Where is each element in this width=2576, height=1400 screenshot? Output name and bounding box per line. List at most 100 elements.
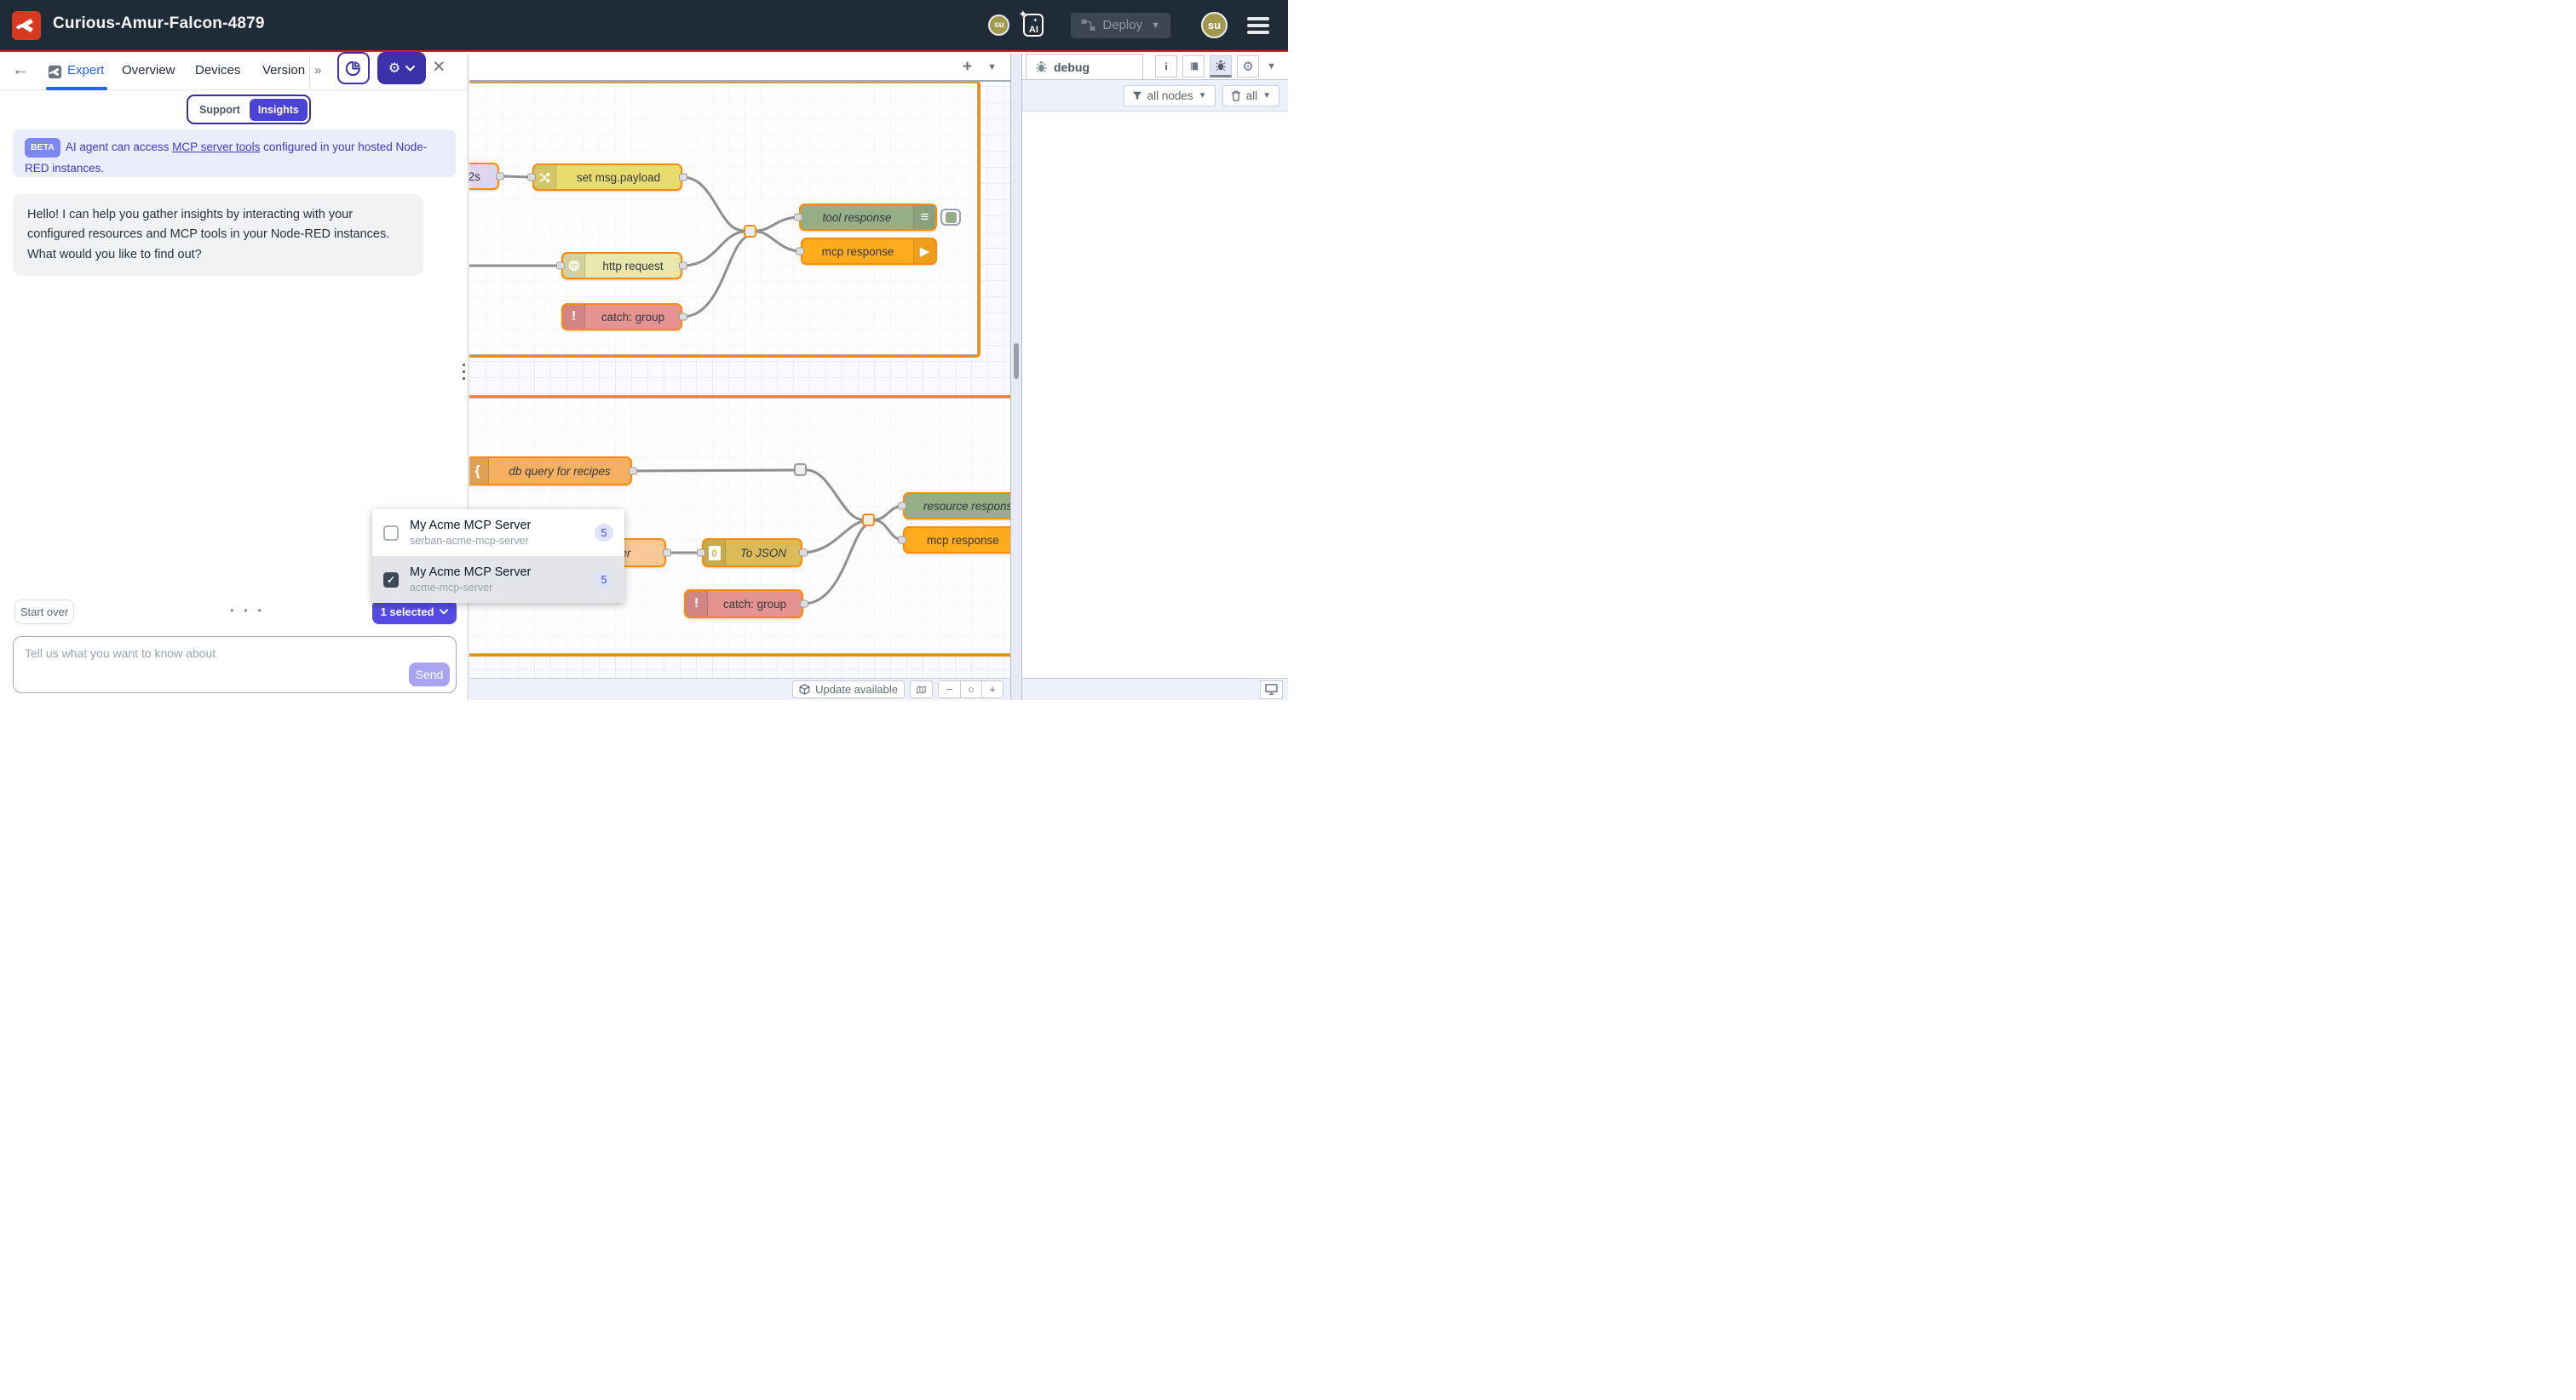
zoom-reset-button[interactable]: ○ xyxy=(960,681,981,697)
book-icon xyxy=(1188,61,1199,72)
input-port[interactable] xyxy=(794,214,802,221)
checkbox-unchecked[interactable] xyxy=(383,525,399,541)
back-arrow-icon[interactable]: ← xyxy=(12,60,29,80)
start-over-button[interactable]: Start over xyxy=(14,600,74,624)
exclamation-icon: ! xyxy=(563,305,585,329)
tab-overview[interactable]: Overview xyxy=(122,63,175,77)
zoom-out-button[interactable]: − xyxy=(939,681,960,697)
mcp-server-dropdown: My Acme MCP Server serban-acme-mcp-serve… xyxy=(372,509,624,603)
debug-clear-button[interactable]: all ▼ xyxy=(1222,85,1279,106)
mcp-server-tools-link[interactable]: MCP server tools xyxy=(172,141,260,153)
output-port[interactable] xyxy=(679,174,687,181)
tab-devices[interactable]: Devices xyxy=(195,63,240,77)
output-port[interactable] xyxy=(799,549,808,557)
debug-filter-button[interactable]: all nodes ▼ xyxy=(1124,85,1216,106)
junction-top[interactable] xyxy=(744,225,756,238)
output-port[interactable] xyxy=(496,173,504,181)
debug-toolbar: all nodes ▼ all ▼ xyxy=(1022,80,1288,112)
debug-tab-button[interactable] xyxy=(1210,55,1232,77)
debug-sidebar: debug i ⚙ ▼ xyxy=(1022,54,1288,700)
main-menu-icon[interactable] xyxy=(1247,17,1269,34)
trash-icon xyxy=(1231,90,1241,101)
tab-debug[interactable]: debug xyxy=(1026,54,1143,80)
user-avatar-small[interactable]: su xyxy=(988,14,1009,36)
header-actions: su ✦ ✦ AI Deploy ▼ su xyxy=(988,0,1288,50)
deploy-button[interactable]: Deploy ▼ xyxy=(1071,13,1170,38)
canvas-footer: Update available − ○ + xyxy=(469,678,1010,700)
tab-overflow-chevrons[interactable]: » xyxy=(314,63,322,77)
update-available-button[interactable]: Update available xyxy=(792,680,905,698)
output-port[interactable] xyxy=(679,262,687,270)
send-button[interactable]: Send xyxy=(409,663,450,686)
open-in-window-button[interactable] xyxy=(1260,680,1283,699)
node-mcp-response-top[interactable]: mcp response ▶ xyxy=(801,238,937,265)
tab-expert[interactable]: Expert xyxy=(67,63,104,77)
help-tab-button[interactable] xyxy=(1182,55,1205,77)
node-resource-response[interactable]: resource respons xyxy=(903,492,1010,519)
sidebar-icon-buttons: i ⚙ ▼ xyxy=(1155,55,1276,77)
json-file-icon: {} xyxy=(704,540,726,565)
input-port[interactable] xyxy=(898,502,906,510)
output-port[interactable] xyxy=(800,600,808,608)
toggle-support[interactable]: Support xyxy=(190,104,250,116)
debug-enable-toggle[interactable] xyxy=(940,209,961,226)
node-red-app: Curious-Amur-Falcon-4879 su ✦ ✦ AI Deplo… xyxy=(0,0,1288,700)
sidebar-menu-caret-icon[interactable]: ▼ xyxy=(1267,61,1276,72)
server-option-row[interactable]: My Acme MCP Server serban-acme-mcp-serve… xyxy=(372,509,624,556)
bug-icon xyxy=(1215,60,1227,72)
node-catch-top[interactable]: ! catch: group xyxy=(561,303,682,330)
junction-bottom[interactable] xyxy=(862,514,875,526)
server-select-button[interactable]: 1 selected xyxy=(372,600,457,624)
beta-notice: BETAAI agent can access MCP server tools… xyxy=(13,129,456,177)
toggle-insights[interactable]: Insights xyxy=(250,99,308,121)
input-port[interactable] xyxy=(697,549,705,557)
info-tab-button[interactable]: i xyxy=(1155,55,1177,77)
checkbox-checked[interactable]: ✓ xyxy=(383,572,399,588)
insights-chart-button[interactable] xyxy=(337,52,370,84)
canvas-scrollbar-thumb[interactable] xyxy=(1014,343,1019,379)
close-panel-icon[interactable]: × xyxy=(433,56,446,77)
node-timer[interactable]: y 2s xyxy=(469,163,499,190)
flow-list-caret-icon[interactable]: ▼ xyxy=(987,62,997,72)
node-mcp-response-bottom[interactable]: mcp response xyxy=(903,526,1010,554)
server-option-row[interactable]: ✓ My Acme MCP Server acme-mcp-server 5 xyxy=(372,556,624,603)
debug-output-icon: ≡ xyxy=(913,205,935,229)
output-port[interactable] xyxy=(629,468,637,475)
input-port[interactable] xyxy=(556,262,565,270)
user-avatar-large[interactable]: su xyxy=(1201,12,1228,38)
input-port[interactable] xyxy=(796,248,804,255)
settings-dropdown-button[interactable]: ⚙ xyxy=(377,52,426,84)
ai-assistant-icon[interactable]: ✦ ✦ AI xyxy=(1023,14,1044,37)
junction-mid[interactable] xyxy=(794,463,807,476)
input-port[interactable] xyxy=(898,536,906,544)
node-tool-response[interactable]: tool response ≡ xyxy=(799,204,937,231)
node-catch-bottom[interactable]: ! catch: group xyxy=(684,589,803,618)
output-port[interactable] xyxy=(663,549,671,557)
input-port[interactable] xyxy=(527,174,536,181)
sidebar-footer xyxy=(1022,678,1288,700)
deploy-caret-icon[interactable]: ▼ xyxy=(1151,20,1160,31)
output-port[interactable] xyxy=(679,313,687,321)
panel-resize-handle[interactable] xyxy=(463,364,465,380)
chevron-down-icon xyxy=(405,66,415,72)
server-title: My Acme MCP Server xyxy=(410,519,584,532)
resize-handle-dots[interactable]: • • • xyxy=(230,604,265,617)
zoom-controls: − ○ + xyxy=(938,680,1003,698)
flowfuse-logo-icon[interactable] xyxy=(12,11,41,40)
config-tab-button[interactable]: ⚙ xyxy=(1237,55,1259,77)
zoom-in-button[interactable]: + xyxy=(981,681,1003,697)
flowfuse-tab-icon xyxy=(48,65,62,83)
node-db-query[interactable]: { db query for recipes xyxy=(469,456,632,485)
node-to-json[interactable]: {} To JSON xyxy=(702,538,802,567)
node-http-request[interactable]: http request xyxy=(561,252,682,279)
flow-canvas[interactable]: + ▼ y 2s xyxy=(469,54,1010,700)
node-set-payload[interactable]: set msg.payload xyxy=(532,164,682,191)
canvas-scrollbar-track[interactable] xyxy=(1010,54,1022,700)
tab-version[interactable]: Version xyxy=(262,63,305,77)
bug-icon xyxy=(1035,60,1048,73)
add-flow-icon[interactable]: + xyxy=(963,58,972,77)
minimap-button[interactable] xyxy=(910,680,933,698)
chat-input[interactable] xyxy=(14,637,456,692)
change-icon xyxy=(534,165,556,189)
exclamation-icon: ! xyxy=(686,591,708,617)
